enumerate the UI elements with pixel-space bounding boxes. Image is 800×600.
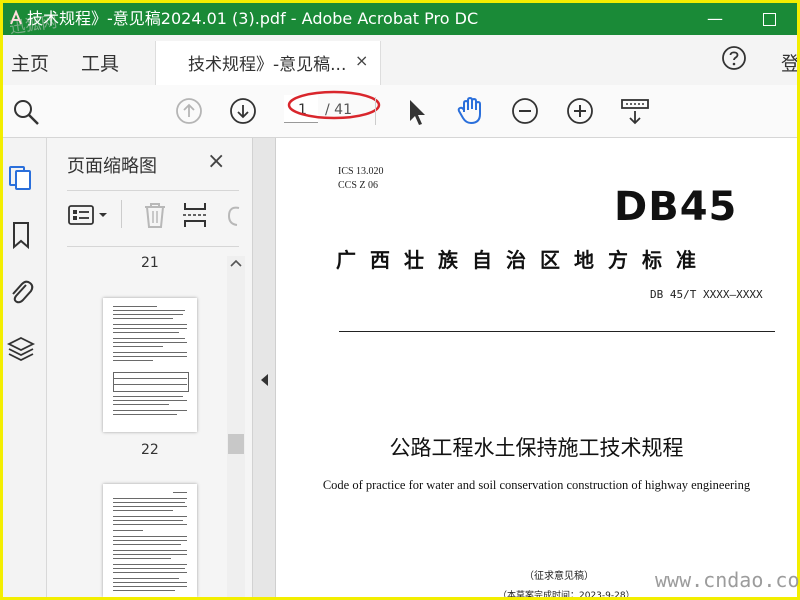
panel-collapse-strip[interactable] [253,138,276,597]
panel-title: 页面缩略图 [67,156,157,177]
document-title: 公路工程水土保持施工技术规程 [389,436,684,460]
red-circle-annotation [287,90,381,120]
draft-time: （本草案完成时间：2023-9-28） [498,591,635,600]
page-display-icon[interactable] [619,97,651,127]
thumbnail-page-21[interactable] [103,298,197,432]
tab-document-label: 技术规程》-意见稿... [188,55,347,75]
acrobat-window: 迅狐网 技术规程》-意见稿2024.01 (3).pdf - Adobe Acr… [0,0,800,600]
toolbar: 1 / 41 [3,85,797,138]
bookmarks-icon[interactable] [6,220,36,250]
thumbnail-panel: 页面缩略图 × 21 22 [47,138,253,597]
rotate-page-icon[interactable] [223,200,243,230]
watermark-bottom: www.cndao.com [655,568,800,592]
panel-divider-2 [67,246,239,247]
hand-tool-icon[interactable] [455,95,487,127]
select-cursor-icon[interactable] [405,97,429,127]
maximize-button[interactable] [757,7,781,31]
panel-close-button[interactable]: × [207,149,225,174]
search-zoom-icon[interactable] [11,97,41,127]
db-label: DB45 [614,184,738,230]
zoom-out-icon[interactable] [511,97,539,125]
maximize-icon [762,13,776,26]
thumbnail-page-number: 22 [141,442,159,458]
help-icon[interactable] [721,45,747,71]
previous-page-icon[interactable] [175,97,203,125]
scroll-up-icon[interactable] [230,258,242,268]
thumbnail-table [113,372,189,392]
toolbar-separator [375,97,376,125]
extract-page-icon[interactable] [181,200,209,230]
ics-code: ICS 13.020 [338,166,384,177]
thumbnail-page-number: 21 [141,255,159,271]
header-rule [339,331,775,332]
next-page-icon[interactable] [229,97,257,125]
title-bar: 迅狐网 技术规程》-意见稿2024.01 (3).pdf - Adobe Acr… [3,3,797,37]
layers-icon[interactable] [6,334,36,364]
standard-name: 广西壮族自治区地方标准 [336,248,710,272]
page-thumbnails-icon[interactable] [6,162,36,192]
delete-page-icon[interactable] [141,200,169,230]
thumbnail-page-22[interactable] [103,484,197,597]
tab-document[interactable]: 技术规程》-意见稿... × [155,41,381,85]
navigation-icon-panel [3,138,47,597]
panel-divider [67,190,239,191]
panel-tool-separator [121,200,122,228]
zoom-in-icon[interactable] [566,97,594,125]
thumbnail-options-icon[interactable] [67,200,111,230]
scrollbar-thumb[interactable] [228,434,244,454]
document-english-title: Code of practice for water and soil cons… [322,478,751,492]
tab-tools[interactable]: 工具 [81,49,119,76]
tab-close-button[interactable]: × [355,51,368,70]
collapse-arrow-icon[interactable] [261,374,268,386]
draft-label: （征求意见稿） [524,571,594,582]
tab-home[interactable]: 主页 [11,49,49,76]
attachments-icon[interactable] [6,276,36,306]
standard-number: DB 45/T XXXX—XXXX [650,288,763,301]
minimize-button[interactable]: — [703,7,727,31]
login-button[interactable]: 登 [781,49,797,76]
thumbnail-scrollbar[interactable] [227,256,245,597]
ccs-code: CCS Z 06 [338,180,379,191]
window-title: 技术规程》-意见稿2024.01 (3).pdf - Adobe Acrobat… [27,9,479,28]
document-page: ICS 13.020 CCS Z 06 DB45 广西壮族自治区地方标准 DB … [276,138,797,597]
tab-bar: 主页 工具 技术规程》-意见稿... × 登 [3,35,797,86]
